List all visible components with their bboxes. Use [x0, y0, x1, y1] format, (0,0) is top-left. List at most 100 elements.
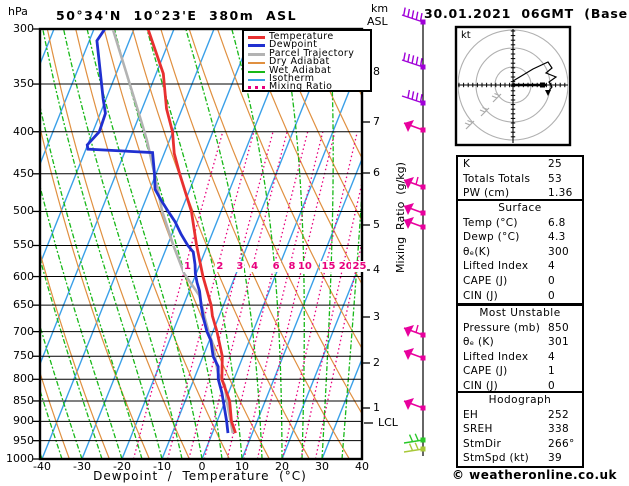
mixing-ratio-label-25: 25 — [351, 261, 368, 272]
mixing-ratio-label-1: 1 — [182, 261, 192, 272]
km-tick-2: 2 — [373, 356, 380, 369]
pressure-tick-300: 300 — [13, 22, 34, 35]
stat-row: θₑ (K) 301 — [458, 335, 582, 350]
stat-value: 39 — [548, 452, 562, 465]
legend-swatch — [248, 52, 265, 56]
stat-label: PW (cm) — [463, 187, 510, 200]
stat-value: 0 — [548, 289, 555, 302]
km-tick-8: 8 — [373, 65, 380, 78]
legend-swatch — [248, 86, 265, 90]
stat-row: θₑ(K) 300 — [458, 245, 582, 260]
mixing-ratio-label-2: 2 — [215, 261, 225, 272]
stat-row: Pressure (mb) 850 — [458, 321, 582, 336]
stat-label: EH — [463, 408, 479, 421]
stat-row: Temp (°C) 6.8 — [458, 216, 582, 231]
legend-swatch — [248, 36, 265, 39]
stat-label: Dewp (°C) — [463, 231, 520, 244]
temp-tick-0: 0 — [198, 460, 206, 473]
stat-row: Lifted Index 4 — [458, 259, 582, 274]
temp-tick--30: -30 — [73, 460, 91, 473]
stat-value: 266° — [548, 437, 575, 450]
legend-box: Temperature Dewpoint Parcel Trajectory Dry … — [242, 29, 372, 92]
pressure-tick-500: 500 — [13, 204, 34, 218]
stat-value: 300 — [548, 245, 569, 258]
lcl-label: LCL — [378, 416, 398, 429]
stat-value: 25 — [548, 158, 562, 170]
stat-value: 4 — [548, 350, 555, 363]
temp-tick-10: 10 — [235, 460, 249, 473]
datetime-title: 30.01.2021 06GMT (Base: 06) — [424, 6, 629, 21]
stat-label: Temp (°C) — [463, 216, 518, 229]
stat-value: 1.36 — [548, 187, 573, 200]
temp-tick--40: -40 — [33, 460, 51, 473]
stat-value: 4.3 — [548, 231, 566, 244]
stat-label: CIN (J) — [463, 289, 499, 302]
stat-value: 1 — [548, 365, 555, 378]
mixing-ratio-axis-label: Mixing Ratio (g/kg) — [394, 162, 407, 273]
legend-swatch — [248, 62, 265, 65]
temp-tick--10: -10 — [153, 460, 171, 473]
pressure-tick-850: 850 — [13, 393, 34, 407]
pressure-tick-400: 400 — [13, 124, 34, 138]
stat-value: 0 — [548, 274, 555, 287]
stat-row: CAPE (J) 1 — [458, 364, 582, 379]
section-title: Hodograph — [488, 394, 552, 406]
stat-value: 252 — [548, 408, 569, 421]
mixing-ratio-label-4: 4 — [250, 261, 260, 272]
stats-section-surface: Surface Temp (°C) 6.8 Dewp (°C) 4.3 θₑ(K) 300 L… — [456, 199, 584, 306]
stats-section-hodograph: Hodograph EH 252 SREH 338 StmDir 266° StmSpd (k… — [456, 391, 584, 468]
stat-row: StmSpd (kt) 39 — [458, 451, 582, 466]
km-tick-1: 1 — [373, 401, 380, 414]
legend-swatch — [248, 79, 265, 81]
stat-row: StmDir 266° — [458, 437, 582, 452]
legend-swatch — [248, 44, 265, 48]
pressure-tick-550: 550 — [13, 238, 34, 252]
temp-tick-20: 20 — [275, 460, 289, 473]
pressure-tick-600: 600 — [13, 269, 34, 283]
km-tick-7: 7 — [373, 115, 380, 128]
pressure-tick-700: 700 — [13, 324, 34, 338]
sounding-chart-page: hPa 50°34'N 10°23'E 380m ASL 30.01.2021 … — [0, 0, 629, 486]
stat-row: Totals Totals 53 — [458, 172, 582, 187]
mixing-ratio-label-8: 8 — [287, 261, 297, 272]
mixing-ratio-label-6: 6 — [271, 261, 281, 272]
stat-row: K 25 — [458, 157, 582, 172]
stat-row: SREH 338 — [458, 422, 582, 437]
stats-section-indices: K 25 Totals Totals 53 PW (cm) 1.36 — [456, 155, 584, 203]
hodograph-unit-label: kt — [461, 30, 471, 41]
section-title: Surface — [498, 202, 542, 214]
stat-value: 301 — [548, 336, 569, 349]
pressure-tick-450: 450 — [13, 166, 34, 180]
stat-label: K — [463, 158, 471, 170]
stat-value: 850 — [548, 321, 569, 334]
pressure-tick-350: 350 — [13, 77, 34, 91]
stat-value: 53 — [548, 172, 562, 185]
stat-label: θₑ (K) — [463, 336, 495, 349]
km-tick-3: 3 — [373, 310, 380, 323]
stat-row: EH 252 — [458, 408, 582, 423]
section-title: Most Unstable — [479, 307, 561, 319]
km-tick-5: 5 — [373, 218, 380, 231]
height-axis-unit-km: km — [371, 2, 389, 15]
stat-row: CIN (J) 0 — [458, 289, 582, 304]
copyright-notice: © weatheronline.co.uk — [452, 468, 618, 482]
stat-value: 4 — [548, 260, 555, 273]
stat-value: 338 — [548, 423, 569, 436]
stat-row: Dewp (°C) 4.3 — [458, 230, 582, 245]
stat-label: Totals Totals — [463, 172, 531, 185]
stat-row: Lifted Index 4 — [458, 350, 582, 365]
stat-value: 6.8 — [548, 216, 566, 229]
legend-item-mixing-ratio: Mixing Ratio — [244, 81, 370, 93]
temp-tick-30: 30 — [315, 460, 329, 473]
km-tick-6: 6 — [373, 166, 380, 179]
km-tick-4: 4 — [373, 263, 380, 276]
stat-label: StmDir — [463, 437, 502, 450]
pressure-tick-950: 950 — [13, 433, 34, 447]
mixing-ratio-label-3: 3 — [235, 261, 245, 272]
legend-label: Mixing Ratio — [269, 81, 333, 93]
stat-label: SREH — [463, 423, 493, 436]
mixing-ratio-label-10: 10 — [296, 261, 313, 272]
temp-tick-40: 40 — [355, 460, 369, 473]
stat-label: θₑ(K) — [463, 245, 491, 258]
pressure-tick-900: 900 — [13, 414, 34, 428]
